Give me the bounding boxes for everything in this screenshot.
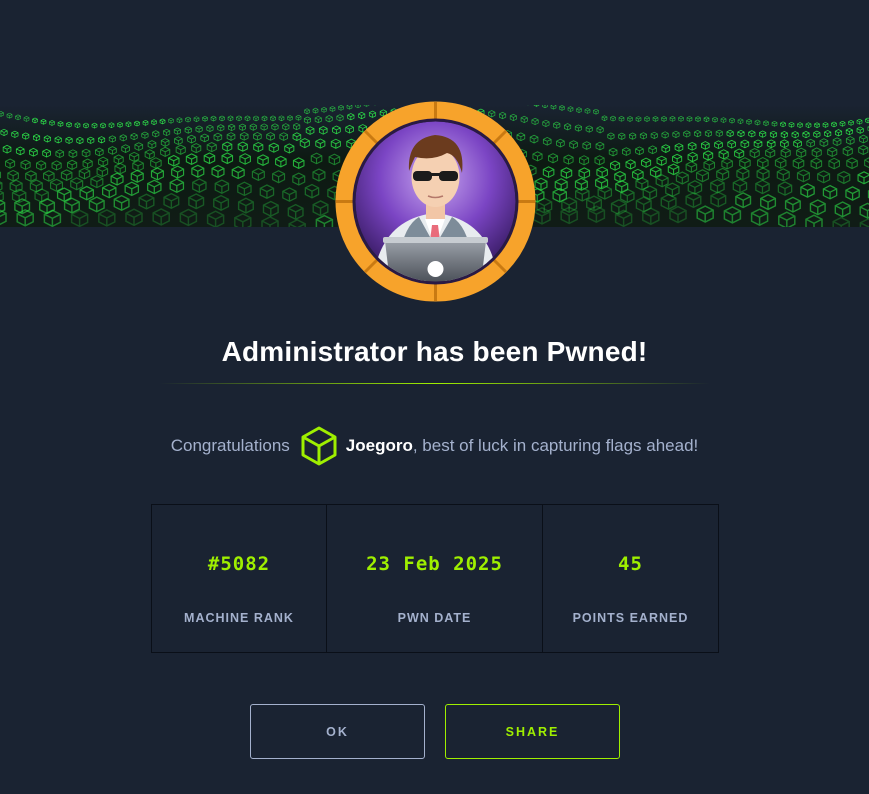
congrats-suffix: , best of luck in capturing flags ahead! xyxy=(412,436,699,455)
pwn-date-value: 23 Feb 2025 xyxy=(366,553,503,575)
page-title: Administrator has been Pwned! xyxy=(221,336,648,367)
congrats-prefix: Congratulations xyxy=(170,436,290,455)
cube-icon xyxy=(301,426,337,466)
machine-rank-label: MACHINE RANK xyxy=(184,611,294,625)
ok-button[interactable]: OK xyxy=(250,704,425,759)
stats-panel: #5082 MACHINE RANK 23 Feb 2025 PWN DATE … xyxy=(151,504,719,653)
username-link[interactable]: Joegoro xyxy=(346,436,413,456)
stat-points-earned: 45 POINTS EARNED xyxy=(542,505,718,652)
machine-rank-value: #5082 xyxy=(207,553,271,575)
pwned-modal: Administrator has been Pwned! Congratula… xyxy=(0,0,869,794)
machine-avatar-icon xyxy=(335,101,536,302)
points-earned-value: 45 xyxy=(618,553,643,575)
congratulations-message: Congratulations Joegoro , best of luck i… xyxy=(0,424,869,468)
stat-pwn-date: 23 Feb 2025 PWN DATE xyxy=(326,505,542,652)
share-button[interactable]: SHARE xyxy=(445,704,620,759)
stat-machine-rank: #5082 MACHINE RANK xyxy=(152,505,326,652)
pwn-date-label: PWN DATE xyxy=(397,611,472,625)
title-divider xyxy=(160,383,710,384)
points-earned-label: POINTS EARNED xyxy=(572,611,689,625)
modal-top-area xyxy=(0,0,869,105)
